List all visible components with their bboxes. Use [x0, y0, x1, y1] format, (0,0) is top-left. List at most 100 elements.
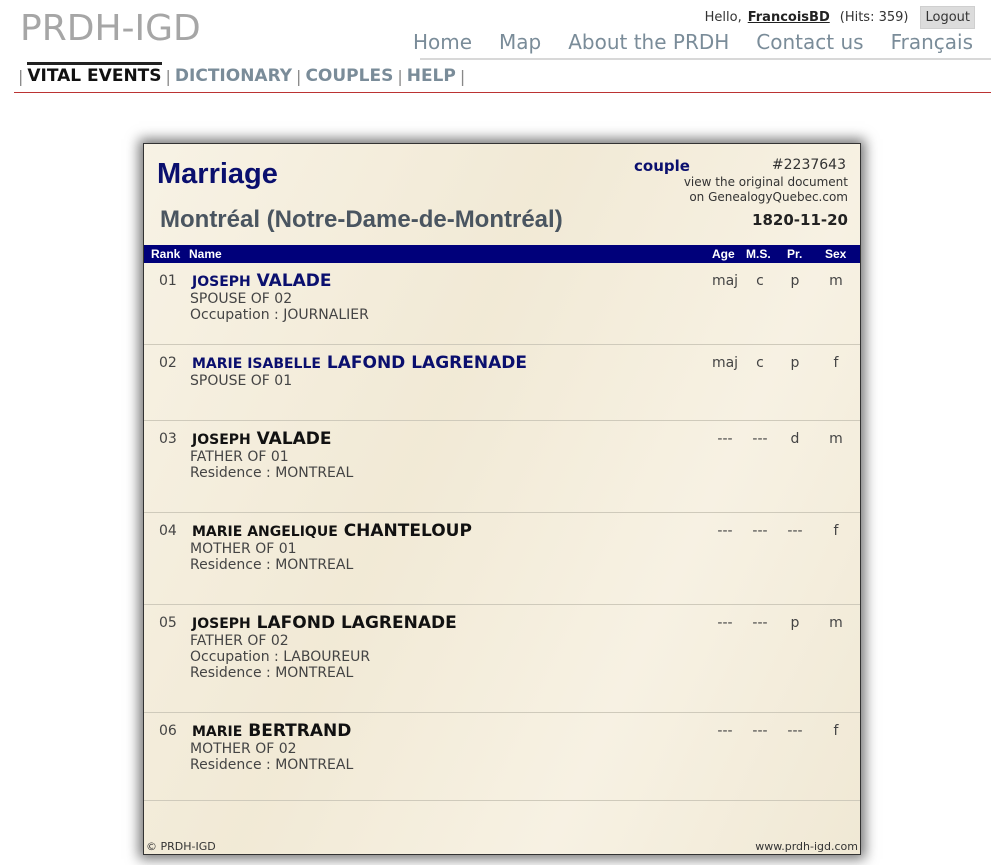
subnav-separator: |: [296, 66, 302, 86]
person-detail: Residence : MONTREAL: [190, 757, 354, 773]
person-presence: p: [790, 615, 800, 631]
person-name[interactable]: JOSEPH LAFOND LAGRENADE: [192, 613, 457, 633]
nav-divider: [420, 58, 991, 60]
given-name[interactable]: MARIE ISABELLE: [192, 356, 321, 372]
record-date: 1820-11-20: [752, 211, 848, 229]
person-row: 05 JOSEPH LAFOND LAGRENADE FATHER OF 02 …: [144, 605, 860, 713]
given-name[interactable]: MARIE ANGELIQUE: [192, 524, 338, 540]
table-header: Rank Name Age M.S. Pr. Sex: [144, 245, 860, 263]
user-bar: Hello, FrancoisBD (Hits: 359) Logout: [705, 6, 975, 29]
person-presence: ---: [787, 523, 803, 539]
person-marital-status: ---: [752, 523, 768, 539]
person-detail: Residence : MONTREAL: [190, 465, 354, 481]
person-rank: 02: [159, 355, 177, 371]
person-rank: 04: [159, 523, 177, 539]
given-name[interactable]: JOSEPH: [192, 616, 251, 632]
person-name[interactable]: MARIE BERTRAND: [192, 721, 351, 741]
record-number: #2237643: [771, 157, 846, 173]
person-name[interactable]: MARIE ANGELIQUE CHANTELOUP: [192, 521, 472, 541]
col-age: Age: [712, 247, 735, 261]
person-age: ---: [717, 431, 733, 447]
copyright-text: © PRDH-IGD: [146, 840, 216, 853]
given-name[interactable]: JOSEPH: [192, 274, 251, 290]
person-age: ---: [717, 615, 733, 631]
person-role: MOTHER OF 01: [190, 541, 297, 557]
person-presence: ---: [787, 723, 803, 739]
tab-help[interactable]: HELP: [407, 66, 456, 86]
tab-couples[interactable]: COUPLES: [305, 66, 393, 86]
surname[interactable]: VALADE: [257, 271, 332, 291]
tab-dictionary[interactable]: DICTIONARY: [175, 66, 292, 86]
surname[interactable]: VALADE: [257, 429, 332, 449]
person-name[interactable]: JOSEPH VALADE: [192, 429, 332, 449]
hits-count: (Hits: 359): [839, 10, 909, 25]
surname[interactable]: LAFOND LAGRENADE: [327, 353, 527, 373]
hello-text: Hello,: [704, 10, 742, 25]
record-title: Marriage: [157, 158, 278, 190]
person-sex: m: [829, 273, 843, 289]
surname[interactable]: LAFOND LAGRENADE: [257, 613, 457, 633]
person-marital-status: ---: [752, 723, 768, 739]
person-role: FATHER OF 01: [190, 449, 289, 465]
person-role: SPOUSE OF 01: [190, 373, 293, 389]
person-row: 03 JOSEPH VALADE FATHER OF 01 Residence …: [144, 421, 860, 513]
col-name: Name: [189, 247, 222, 261]
person-age: maj: [711, 273, 739, 289]
nav-language[interactable]: Français: [891, 30, 973, 54]
person-detail: Occupation : JOURNALIER: [190, 307, 369, 323]
subnav-separator: |: [397, 66, 403, 86]
person-row: 06 MARIE BERTRAND MOTHER OF 02 Residence…: [144, 713, 860, 801]
col-pr: Pr.: [787, 247, 803, 261]
username-link[interactable]: FrancoisBD: [748, 10, 830, 25]
main-nav: Home Map About the PRDH Contact us Franç…: [386, 30, 973, 54]
nav-home[interactable]: Home: [413, 30, 472, 54]
person-row: 04 MARIE ANGELIQUE CHANTELOUP MOTHER OF …: [144, 513, 860, 605]
person-sex: m: [829, 431, 843, 447]
person-presence: d: [790, 431, 800, 447]
person-row: 02 MARIE ISABELLE LAFOND LAGRENADE SPOUS…: [144, 345, 860, 421]
view-line-1[interactable]: view the original document: [684, 175, 848, 190]
view-original-link[interactable]: view the original document on GenealogyQ…: [684, 175, 848, 205]
person-sex: f: [833, 523, 839, 539]
person-sex: f: [833, 355, 839, 371]
subnav-separator: |: [459, 66, 466, 86]
surname[interactable]: BERTRAND: [248, 721, 351, 741]
person-age: ---: [717, 723, 733, 739]
col-sex: Sex: [825, 247, 847, 261]
site-url-link[interactable]: www.prdh-igd.com: [755, 840, 858, 853]
nav-about[interactable]: About the PRDH: [568, 30, 729, 54]
subnav-divider: [14, 92, 991, 93]
person-name[interactable]: MARIE ISABELLE LAFOND LAGRENADE: [192, 353, 527, 373]
surname[interactable]: CHANTELOUP: [344, 521, 472, 541]
col-rank: Rank: [151, 247, 181, 261]
person-role: MOTHER OF 02: [190, 741, 297, 757]
person-detail: Residence : MONTREAL: [190, 665, 354, 681]
tab-vital-events[interactable]: VITAL EVENTS: [27, 62, 162, 86]
person-marital-status: c: [756, 273, 764, 289]
person-presence: p: [790, 355, 800, 371]
nav-contact[interactable]: Contact us: [756, 30, 863, 54]
person-marital-status: ---: [752, 615, 768, 631]
site-logo[interactable]: PRDH-IGD: [20, 8, 201, 49]
logout-button[interactable]: Logout: [920, 6, 975, 29]
couple-link[interactable]: couple: [634, 157, 690, 175]
person-detail: Occupation : LABOUREUR: [190, 649, 371, 665]
col-ms: M.S.: [746, 247, 771, 261]
person-row: 01 JOSEPH VALADE SPOUSE OF 02 Occupation…: [144, 263, 860, 345]
person-marital-status: c: [756, 355, 764, 371]
person-age: maj: [711, 355, 739, 371]
person-detail: Residence : MONTREAL: [190, 557, 354, 573]
given-name[interactable]: JOSEPH: [192, 432, 251, 448]
view-line-2[interactable]: on GenealogyQuebec.com: [684, 190, 848, 205]
given-name[interactable]: MARIE: [192, 724, 242, 740]
person-rank: 06: [159, 723, 177, 739]
person-name[interactable]: JOSEPH VALADE: [192, 271, 332, 291]
person-rank: 03: [159, 431, 177, 447]
nav-map[interactable]: Map: [499, 30, 541, 54]
record-card: Marriage Montréal (Notre-Dame-de-Montréa…: [143, 143, 861, 855]
person-role: FATHER OF 02: [190, 633, 289, 649]
subnav-separator: |: [165, 66, 171, 86]
subnav-separator: |: [18, 66, 24, 86]
person-rank: 05: [159, 615, 177, 631]
person-presence: p: [790, 273, 800, 289]
